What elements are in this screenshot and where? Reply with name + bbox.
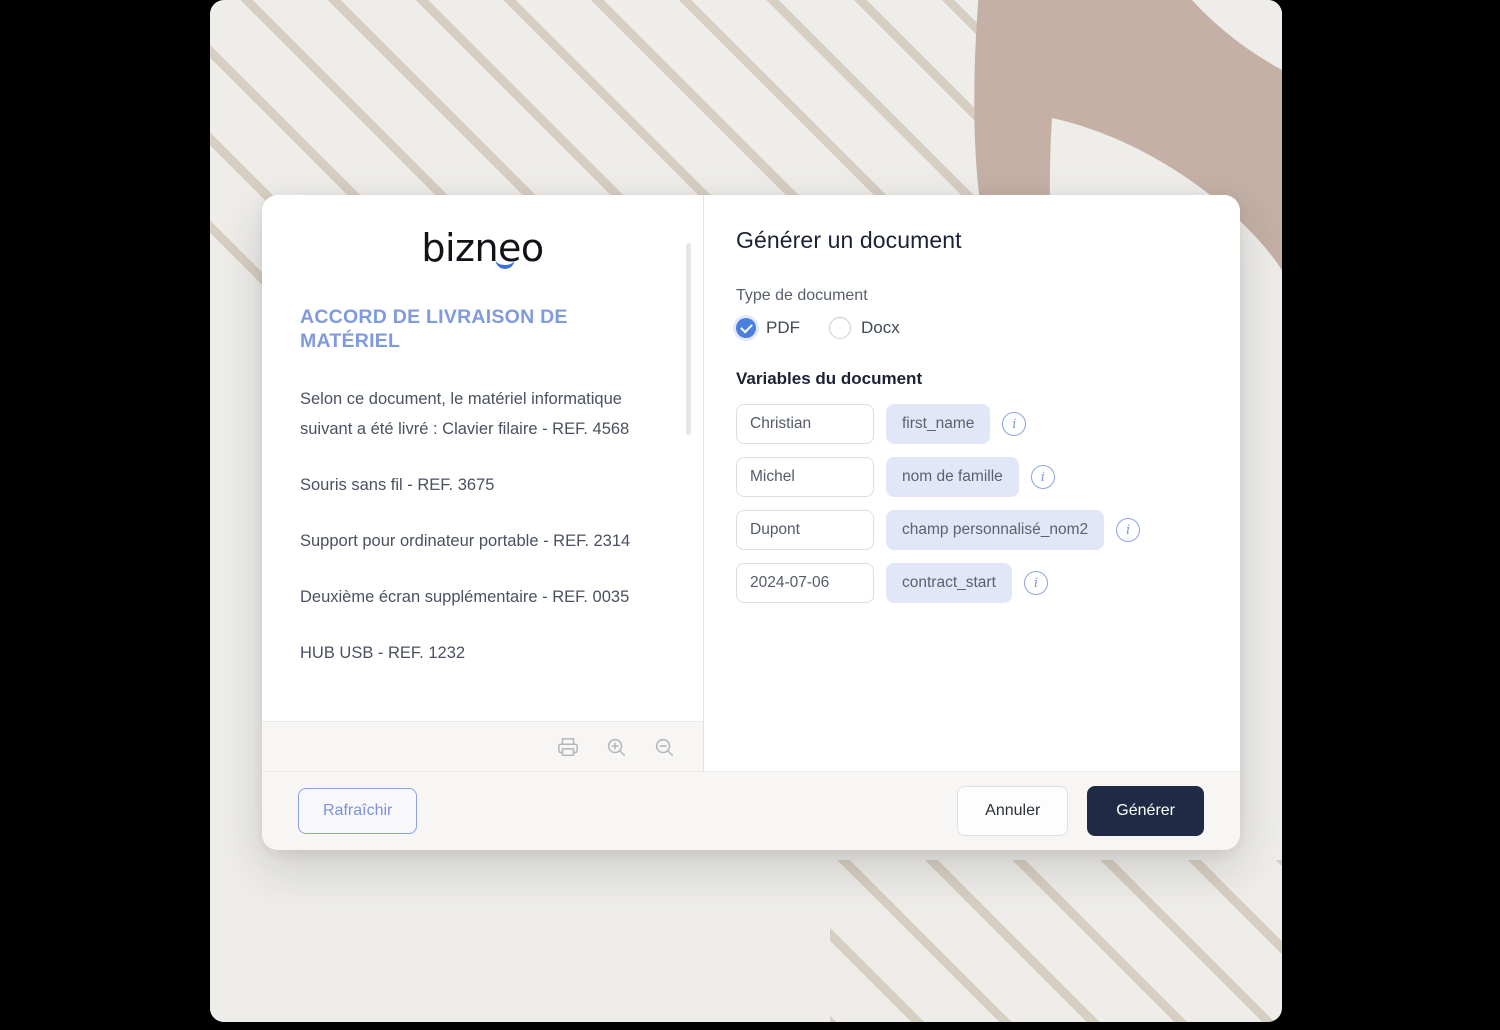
variable-tag[interactable]: first_name (886, 404, 991, 444)
document-preview-scroll[interactable]: bizneo ACCORD DE LIVRAISON DE MATÉRIEL S… (262, 195, 703, 721)
form-heading: Générer un document (736, 227, 962, 253)
refresh-button[interactable]: Rafraîchir (298, 788, 418, 834)
radio-checked-icon (736, 318, 756, 338)
variable-value-input[interactable] (736, 404, 874, 444)
variable-tag[interactable]: contract_start (886, 563, 1012, 603)
variable-value-input[interactable] (736, 510, 874, 550)
variables-list: first_name i nom de famille i champ pers… (736, 404, 1204, 603)
radio-option-docx[interactable]: Docx (829, 317, 918, 339)
footer-action-buttons: Annuler Générer (957, 786, 1204, 836)
variable-value-input[interactable] (736, 563, 874, 603)
variables-section-title: Variables du document (736, 369, 923, 388)
variable-row: first_name i (736, 404, 1204, 444)
document-paragraph: Selon ce document, le matériel informati… (300, 389, 630, 438)
generate-button[interactable]: Générer (1087, 786, 1204, 836)
document-scrollbar-thumb[interactable] (686, 243, 691, 435)
generate-document-modal: bizneo ACCORD DE LIVRAISON DE MATÉRIEL S… (262, 195, 1240, 850)
print-icon[interactable] (555, 734, 581, 760)
radio-unchecked-icon (829, 317, 851, 339)
document-preview-pane: bizneo ACCORD DE LIVRAISON DE MATÉRIEL S… (262, 195, 704, 771)
variable-row: champ personnalisé_nom2 i (736, 510, 1204, 550)
document-preview-toolbar (262, 721, 703, 771)
info-icon[interactable]: i (1030, 465, 1055, 489)
brand-logo-text: bizneo (421, 226, 544, 270)
document-paragraph: Support pour ordinateur portable - REF. … (300, 531, 631, 550)
variable-row: contract_start i (736, 563, 1204, 603)
background-wash-lower (210, 820, 830, 1022)
document-type-label: Type de document (736, 287, 868, 304)
info-icon[interactable]: i (1023, 571, 1048, 595)
info-icon[interactable]: i (1116, 518, 1141, 542)
variable-tag[interactable]: champ personnalisé_nom2 (886, 510, 1105, 550)
document-paragraph: Souris sans fil - REF. 3675 (300, 475, 495, 494)
variable-row: nom de famille i (736, 457, 1204, 497)
document-type-radio-group: PDF Docx (736, 317, 1204, 339)
form-pane: Générer un document Type de document PDF… (704, 195, 1240, 771)
variable-tag[interactable]: nom de famille (886, 457, 1019, 497)
radio-option-pdf[interactable]: PDF (736, 318, 818, 338)
radio-label-pdf: PDF (766, 318, 800, 337)
document-paragraph: Deuxième écran supplémentaire - REF. 003… (300, 587, 630, 606)
screenshot-stage: bizneo ACCORD DE LIVRAISON DE MATÉRIEL S… (0, 0, 1500, 1030)
modal-footer: Rafraîchir Annuler Générer (262, 771, 1240, 850)
radio-label-docx: Docx (861, 318, 900, 337)
variable-value-input[interactable] (736, 457, 874, 497)
document-paragraph: HUB USB - REF. 1232 (300, 643, 466, 662)
info-icon[interactable]: i (1002, 412, 1027, 436)
modal-body: bizneo ACCORD DE LIVRAISON DE MATÉRIEL S… (262, 195, 1240, 771)
cancel-button[interactable]: Annuler (957, 786, 1069, 836)
zoom-out-icon[interactable] (651, 734, 677, 760)
zoom-in-icon[interactable] (603, 734, 629, 760)
brand-logo: bizneo (300, 195, 665, 271)
document-title: ACCORD DE LIVRAISON DE MATÉRIEL (300, 306, 568, 353)
